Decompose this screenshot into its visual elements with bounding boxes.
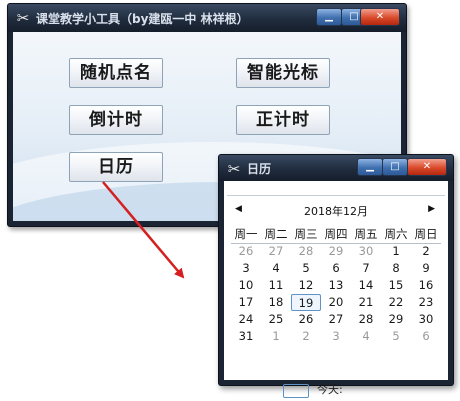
minimize-button[interactable]: ▁ — [357, 158, 383, 176]
maximize-button[interactable]: □ — [382, 158, 408, 176]
calendar-day[interactable]: 12 — [291, 277, 321, 294]
calendar-window: ✂ 日历 ▁ □ ✕ ◀ 2018年12月 ▶ 周一 周二 周三 周四 周五 周六 周日 2… — [218, 154, 454, 398]
calendar-day[interactable]: 16 — [411, 277, 441, 294]
calendar-day[interactable]: 2 — [411, 243, 441, 260]
calendar-day[interactable]: 21 — [351, 294, 381, 311]
calendar-client-area: ◀ 2018年12月 ▶ 周一 周二 周三 周四 周五 周六 周日 26 27 28 29 30 1 2… — [224, 181, 448, 398]
calendar-weeks: 26 27 28 29 30 1 2 3 4 5 6 7 8 9 10 11 12 13 14 15 16 17 18 19 2… — [231, 243, 441, 345]
weekday-label: 周日 — [414, 227, 438, 241]
calendar-day[interactable]: 6 — [321, 260, 351, 277]
calendar-day[interactable]: 23 — [411, 294, 441, 311]
calendar-day[interactable]: 5 — [291, 260, 321, 277]
calendar-header: ◀ 2018年12月 ▶ — [227, 196, 445, 222]
calendar-day[interactable]: 26 — [291, 311, 321, 328]
calendar-day[interactable]: 6 — [411, 328, 441, 345]
calendar-day[interactable]: 14 — [351, 277, 381, 294]
calendar-week-row: 31 1 2 3 4 5 6 — [231, 328, 441, 345]
weekday-label: 周二 — [264, 227, 288, 241]
today-label: 今天: — [317, 383, 343, 396]
calendar-day[interactable]: 30 — [351, 243, 381, 260]
calendar-day[interactable]: 1 — [381, 243, 411, 260]
month-label[interactable]: 2018年12月 — [227, 203, 445, 219]
tools-icon: ✂ — [227, 160, 241, 178]
calendar-titlebar[interactable]: ✂ 日历 ▁ □ ✕ — [219, 155, 453, 181]
calendar-week-row: 24 25 26 27 28 29 30 — [231, 311, 441, 328]
calendar-day[interactable]: 28 — [351, 311, 381, 328]
calendar-day[interactable]: 27 — [321, 311, 351, 328]
weekday-label: 周三 — [294, 227, 318, 241]
calendar-day[interactable]: 17 — [231, 294, 261, 311]
calendar-day[interactable]: 18 — [261, 294, 291, 311]
calendar-day[interactable]: 26 — [231, 243, 261, 260]
calendar-day[interactable]: 13 — [321, 277, 351, 294]
weekday-divider — [231, 243, 441, 244]
calendar-day[interactable]: 20 — [321, 294, 351, 311]
calendar-day[interactable]: 4 — [351, 328, 381, 345]
calendar-week-row: 17 18 19 20 21 22 23 — [231, 294, 441, 311]
calendar-day[interactable]: 9 — [411, 260, 441, 277]
calendar-week-row: 26 27 28 29 30 1 2 — [231, 243, 441, 260]
weekday-label: 周四 — [324, 227, 348, 241]
calendar-day[interactable]: 29 — [321, 243, 351, 260]
calendar-day[interactable]: 29 — [381, 311, 411, 328]
calendar-day[interactable]: 31 — [231, 328, 261, 345]
calendar-day[interactable]: 30 — [411, 311, 441, 328]
month-calendar[interactable]: ◀ 2018年12月 ▶ 周一 周二 周三 周四 周五 周六 周日 26 27 28 29 30 1 2… — [227, 195, 445, 398]
weekday-label: 周五 — [354, 227, 378, 241]
today-marker — [283, 384, 309, 398]
weekday-header: 周一 周二 周三 周四 周五 周六 周日 — [231, 226, 441, 243]
calendar-day-today[interactable]: 19 — [291, 294, 321, 311]
next-month-icon[interactable]: ▶ — [428, 204, 435, 214]
calendar-day[interactable]: 4 — [261, 260, 291, 277]
calendar-week-row: 3456789 — [231, 260, 441, 277]
calendar-day[interactable]: 2 — [291, 328, 321, 345]
calendar-day[interactable]: 27 — [261, 243, 291, 260]
calendar-day[interactable]: 28 — [291, 243, 321, 260]
calendar-day[interactable]: 15 — [381, 277, 411, 294]
calendar-day[interactable]: 11 — [261, 277, 291, 294]
calendar-day[interactable]: 3 — [321, 328, 351, 345]
close-button[interactable]: ✕ — [407, 158, 447, 176]
calendar-window-title: 日历 — [247, 162, 272, 176]
calendar-day[interactable]: 3 — [231, 260, 261, 277]
calendar-week-row: 10 11 12 13 14 15 16 — [231, 277, 441, 294]
calendar-day[interactable]: 25 — [261, 311, 291, 328]
calendar-day[interactable]: 7 — [351, 260, 381, 277]
calendar-day[interactable]: 10 — [231, 277, 261, 294]
weekday-label: 周一 — [234, 227, 258, 241]
weekday-label: 周六 — [384, 227, 408, 241]
arrow-line — [102, 181, 185, 279]
calendar-day[interactable]: 24 — [231, 311, 261, 328]
calendar-day[interactable]: 22 — [381, 294, 411, 311]
calendar-day[interactable]: 8 — [381, 260, 411, 277]
calendar-day[interactable]: 5 — [381, 328, 411, 345]
calendar-day[interactable]: 1 — [261, 328, 291, 345]
